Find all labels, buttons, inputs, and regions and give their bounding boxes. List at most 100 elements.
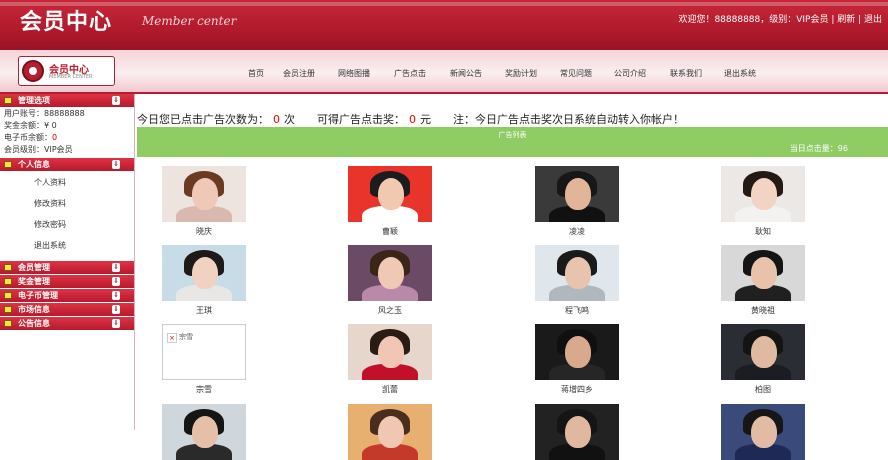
notice-text-3: 元 注：今日广告点击奖次日系统自动转入你帐户！ [420,113,684,126]
ad-caption[interactable]: 凯蕾 [348,384,432,395]
reward-amount: 0 [409,113,416,126]
broken-image-alt: 宗雪 [179,333,193,341]
folder-icon [4,97,12,104]
chevron-down-icon[interactable]: ⇓ [112,277,120,286]
photo-figure-face [751,257,777,289]
nav-item[interactable]: 首页 [248,68,264,79]
sidebar-section-label: 电子币管理 [18,291,58,300]
ad-caption[interactable]: 凌凌 [535,226,619,237]
chevron-down-icon[interactable]: ⇓ [112,291,120,300]
ad-photo[interactable] [721,404,805,460]
photo-figure-face [378,336,404,368]
ad-caption[interactable]: 王琪 [162,305,246,316]
user-info-bar[interactable]: 欢迎您！88888888，级别：VIP会员 | 刷新 | 退出 [678,12,882,25]
chevron-down-icon[interactable]: ⇓ [112,263,120,272]
ad-caption[interactable]: 晓庆 [162,226,246,237]
nav-item[interactable]: 会员注册 [283,68,315,79]
folder-icon [4,320,12,327]
ad-caption[interactable]: 耿知 [721,226,805,237]
ad-photo[interactable] [348,324,432,380]
ad-caption[interactable]: 黄晓祖 [721,305,805,316]
photo-figure-face [751,178,777,210]
sidebar-section-manage[interactable]: 管理选项 ⇓ [0,94,134,107]
sidebar-section-personal[interactable]: 个人信息 ⇓ [0,158,134,171]
ad-caption[interactable]: 程飞鸣 [535,305,619,316]
sidebar-link-change-password[interactable]: 修改密码 [0,214,134,235]
folder-icon [4,306,12,313]
ad-photo[interactable] [721,245,805,301]
photo-figure-face [192,178,218,210]
notice-text-2: 次 可得广告点击奖： [284,113,405,126]
ad-photo[interactable] [162,245,246,301]
photo-figure-face [565,336,591,368]
ad-photo[interactable] [535,324,619,380]
nav-item[interactable]: 奖励计划 [505,68,537,79]
ad-caption[interactable]: 风之玉 [348,305,432,316]
ad-photo[interactable] [535,404,619,460]
photo-figure-face [192,416,218,448]
broken-image-icon: × [167,333,177,343]
click-notice: 今日您已点击广告次数为： 0 次 可得广告点击奖： 0 元 注：今日广告点击奖次日系统自… [137,111,684,127]
ad-photo[interactable] [348,404,432,460]
site-subtitle: Member center [142,14,237,28]
nav-item[interactable]: 广告点击 [394,68,426,79]
sidebar-section-ecoin[interactable]: 电子币管理 ⇓ [0,289,134,302]
photo-figure-face [565,257,591,289]
photo-figure-face [192,257,218,289]
nav-item[interactable]: 联系我们 [670,68,702,79]
bonus-value: ¥ 0 [44,121,57,130]
nav-item[interactable]: 公司介绍 [614,68,646,79]
ad-photo[interactable] [348,245,432,301]
ad-photo[interactable] [348,166,432,222]
logo[interactable]: 会员中心 MEMBER CENTER [18,56,115,86]
user-label: 用户账号： [4,109,44,118]
ad-photo[interactable] [721,166,805,222]
sidebar-section-bonus[interactable]: 奖金管理 ⇓ [0,275,134,288]
sidebar-section-label: 公告信息 [18,319,50,328]
nav-item[interactable]: 网络图播 [338,68,370,79]
chevron-down-icon[interactable]: ⇓ [112,96,120,105]
photo-figure-face [378,257,404,289]
sidebar-link-profile[interactable]: 个人资料 [0,172,134,193]
click-count: 0 [273,113,280,126]
account-summary: 用户账号：88888888 奖金余额：¥ 0 电子币余额：0 会员级别：VIP会… [0,108,134,158]
photo-figure-face [565,178,591,210]
ad-caption[interactable]: 柏图 [721,384,805,395]
sidebar-link-logout[interactable]: 退出系统 [0,235,134,256]
sidebar: 管理选项 ⇓ 用户账号：88888888 奖金余额：¥ 0 电子币余额：0 会员… [0,94,135,430]
ad-photo[interactable] [535,245,619,301]
ad-photo[interactable] [162,166,246,222]
ad-caption[interactable]: 宗雪 [162,384,246,395]
chevron-down-icon[interactable]: ⇓ [112,160,120,169]
chevron-down-icon[interactable]: ⇓ [112,305,120,314]
ad-caption[interactable]: 蒋增四乡 [535,384,619,395]
sidebar-section-label: 会员管理 [18,263,50,272]
chevron-down-icon[interactable]: ⇓ [112,319,120,328]
sidebar-section-label: 个人信息 [18,160,50,169]
sidebar-section-label: 管理选项 [18,96,50,105]
sidebar-section-market[interactable]: 市场信息 ⇓ [0,303,134,316]
photo-figure-face [378,416,404,448]
ad-photo[interactable] [535,166,619,222]
folder-icon [4,278,12,285]
ad-caption[interactable]: 曹颖 [348,226,432,237]
ad-photo[interactable] [721,324,805,380]
sidebar-section-notice[interactable]: 公告信息 ⇓ [0,317,134,330]
level-label: 会员级别： [4,145,44,154]
level-value: VIP会员 [44,145,73,154]
sidebar-link-edit-profile[interactable]: 修改资料 [0,193,134,214]
bonus-label: 奖金余额： [4,121,44,130]
sidebar-section-members[interactable]: 会员管理 ⇓ [0,261,134,274]
nav-item[interactable]: 常见问题 [560,68,592,79]
nav-bar: 会员中心 MEMBER CENTER 首页 会员注册 网络图播 广告点击 新闻公告 奖励计… [0,50,888,94]
logo-small-text: MEMBER CENTER [49,74,93,80]
photo-figure-face [378,178,404,210]
nav-item[interactable]: 退出系统 [724,68,756,79]
logo-emblem-icon [22,60,44,82]
ad-list-title: 广告列表 [498,131,527,139]
ecoin-value: 0 [52,133,58,142]
broken-image[interactable]: × 宗雪 [162,324,246,380]
ad-photo[interactable] [162,404,246,460]
nav-item[interactable]: 新闻公告 [450,68,482,79]
sidebar-section-label: 市场信息 [18,305,50,314]
